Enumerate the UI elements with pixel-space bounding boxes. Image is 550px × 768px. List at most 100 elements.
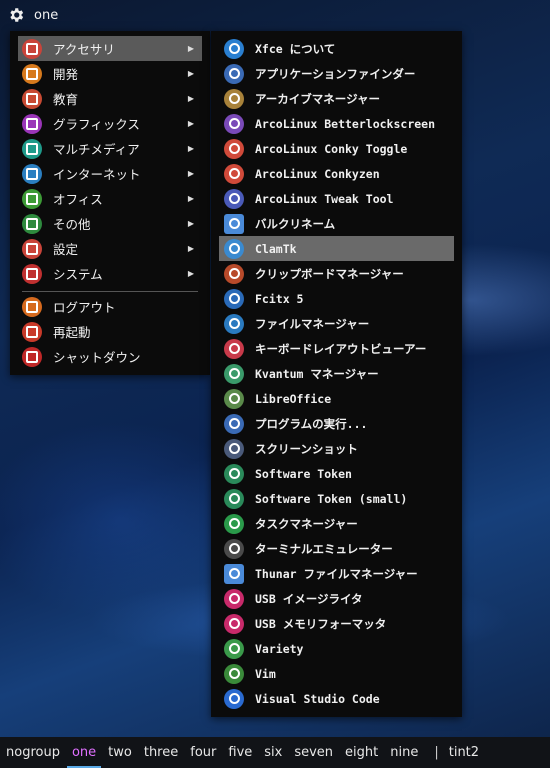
submenu-item-keyboard[interactable]: Fcitx 5 [219,286,454,311]
submenu-item-label: Variety [255,641,304,656]
menu-item-label: オフィス [53,192,103,207]
variety-icon [224,638,244,659]
submenu-item-variety[interactable]: Variety [219,636,454,661]
submenu-item-conkyzen[interactable]: ArcoLinux Conkyzen [219,161,454,186]
submenu-item-label: クリップボードマネージャー [255,266,404,281]
menu-item-logout[interactable]: ログアウト [18,294,202,319]
office-icon [22,188,42,209]
workspace-one[interactable]: one [66,737,102,768]
target-icon [224,238,244,259]
gear-icon[interactable] [7,6,25,24]
submenu-item-label: スクリーンショット [255,441,358,456]
workspace-seven[interactable]: seven [288,737,339,768]
workspace-eight[interactable]: eight [339,737,384,768]
menu-item-office[interactable]: オフィス ▶ [18,186,202,211]
menu-item-system[interactable]: システム ▶ [18,261,202,286]
menu-item-graphics[interactable]: グラフィックス ▶ [18,111,202,136]
terminal-icon [224,538,244,559]
menu-item-accessories[interactable]: アクセサリ ▶ [18,36,202,61]
usb-format-icon [224,613,244,634]
submenu-item-file-manager[interactable]: ファイルマネージャー [219,311,454,336]
menu-item-label: 教育 [53,92,79,107]
menu-item-education[interactable]: 教育 ▶ [18,86,202,111]
internet-icon [22,163,42,184]
thunar-icon [224,563,244,584]
workspace-three[interactable]: three [138,737,184,768]
submenu-item-label: ターミナルエミュレーター [255,541,393,556]
submenu-item-folder[interactable]: バルクリネーム [219,211,454,236]
submenu-item-conky[interactable]: ArcoLinux Conky Toggle [219,136,454,161]
education-icon [22,88,42,109]
submenu-item-kvantum[interactable]: Kvantum マネージャー [219,361,454,386]
submenu-item-tweak[interactable]: ArcoLinux Tweak Tool [219,186,454,211]
workspace-five[interactable]: five [222,737,258,768]
kvantum-icon [224,363,244,384]
workspace-four[interactable]: four [184,737,222,768]
submenu-item-vscode[interactable]: Visual Studio Code [219,686,454,711]
submenu-item-label: Software Token [255,466,352,481]
submenu-arrow-icon: ▶ [187,94,194,103]
submenu-item-token-small[interactable]: Software Token (small) [219,486,454,511]
workspace-six[interactable]: six [258,737,288,768]
menu-item-label: システム [53,267,103,282]
screenshot-icon [224,438,244,459]
system-icon [22,263,42,284]
submenu-item-label: Vim [255,666,276,681]
workspace-nogroup[interactable]: nogroup [0,737,66,768]
menu-item-label: シャットダウン [53,350,141,365]
submenu-item-archive[interactable]: アーカイブマネージャー [219,86,454,111]
submenu-item-vim[interactable]: Vim [219,661,454,686]
restart-icon [22,321,42,342]
submenu-item-binoculars[interactable]: アプリケーションファインダー [219,61,454,86]
submenu-arrow-icon: ▶ [187,219,194,228]
conky-icon [224,138,244,159]
submenu-item-label: キーボードレイアウトビューアー [255,341,427,356]
keyboard-icon [224,288,244,309]
submenu-item-keyboard-layout[interactable]: キーボードレイアウトビューアー [219,336,454,361]
menu-item-label: 開発 [53,67,79,82]
submenu-item-token[interactable]: Software Token [219,461,454,486]
top-panel: one [0,0,550,30]
menu-item-internet[interactable]: インターネット ▶ [18,161,202,186]
submenu-item-run[interactable]: プログラムの実行... [219,411,454,436]
info-icon [224,38,244,59]
menu-item-other[interactable]: その他 ▶ [18,211,202,236]
menu-item-label: マルチメディア [53,142,140,157]
submenu-item-label: アプリケーションファインダー [255,66,416,81]
submenu-item-task-manager[interactable]: タスクマネージャー [219,511,454,536]
menu-item-shutdown[interactable]: シャットダウン [18,344,202,369]
submenu-item-label: LibreOffice [255,391,332,406]
submenu-arrow-icon: ▶ [187,144,194,153]
menu-item-label: アクセサリ [53,42,115,57]
submenu-item-lock[interactable]: ArcoLinux Betterlockscreen [219,111,454,136]
menu-item-restart[interactable]: 再起動 [18,319,202,344]
submenu-item-label: プログラムの実行... [255,416,368,431]
taskbar-app-tint2[interactable]: tint2 [443,737,485,768]
logout-icon [22,296,42,317]
submenu-item-usb-format[interactable]: USB メモリフォーマッタ [219,611,454,636]
menu-item-development[interactable]: 開発 ▶ [18,61,202,86]
submenu-arrow-icon: ▶ [187,69,194,78]
menu-item-multimedia[interactable]: マルチメディア ▶ [18,136,202,161]
submenu-item-terminal[interactable]: ターミナルエミュレーター [219,536,454,561]
accessories-icon [22,38,42,59]
menu-item-label: その他 [53,217,91,232]
submenu-item-info[interactable]: Xfce について [219,36,454,61]
submenu-item-screenshot[interactable]: スクリーンショット [219,436,454,461]
submenu-item-label: USB イメージライタ [255,591,363,606]
vim-icon [224,663,244,684]
workspace-two[interactable]: two [102,737,138,768]
submenu-item-label: USB メモリフォーマッタ [255,616,387,631]
workspace-nine[interactable]: nine [384,737,424,768]
submenu-item-libreoffice[interactable]: LibreOffice [219,386,454,411]
submenu-item-clipboard[interactable]: クリップボードマネージャー [219,261,454,286]
submenu-item-thunar[interactable]: Thunar ファイルマネージャー [219,561,454,586]
lock-icon [224,113,244,134]
workspace-name: one [34,7,59,23]
submenu-item-usb-writer[interactable]: USB イメージライタ [219,586,454,611]
multimedia-icon [22,138,42,159]
menu-item-settings[interactable]: 設定 ▶ [18,236,202,261]
submenu-item-target[interactable]: ClamTk [219,236,454,261]
file-manager-icon [224,313,244,334]
submenu-item-label: ArcoLinux Tweak Tool [255,191,394,206]
